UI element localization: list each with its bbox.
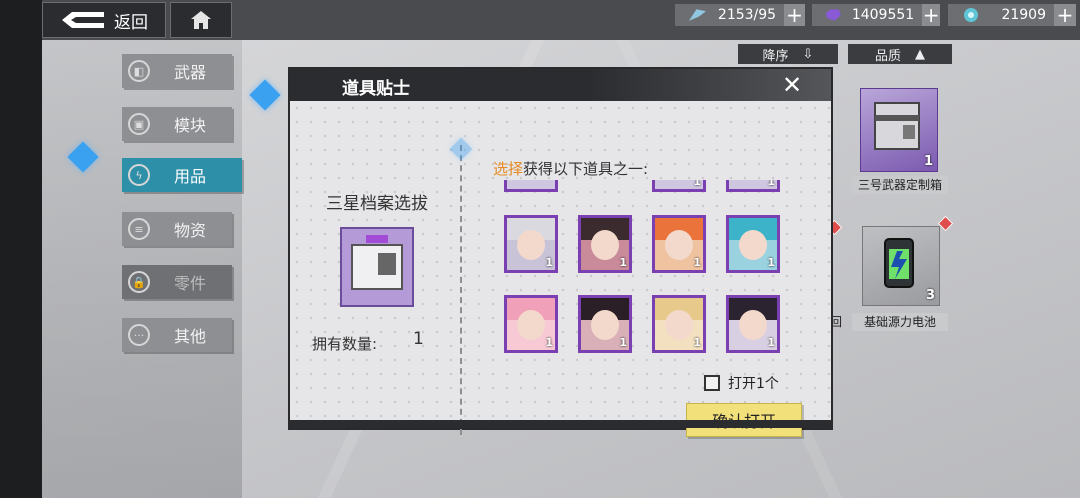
selection-box-icon bbox=[340, 227, 414, 307]
dialog-footer bbox=[290, 420, 831, 428]
portrait-count: 1 bbox=[693, 256, 701, 269]
portrait-partial[interactable] bbox=[504, 180, 558, 192]
gem-add-button[interactable]: + bbox=[1054, 4, 1076, 26]
portrait-count: 1 bbox=[767, 180, 775, 188]
sort-down-icon: ⇩ bbox=[802, 46, 814, 62]
crate-icon bbox=[342, 229, 412, 305]
inventory-item-label: 基础源力电池 bbox=[852, 313, 948, 331]
resource-stamina: 2153/95 + bbox=[675, 4, 805, 26]
quality-icon: ▲ bbox=[915, 46, 925, 62]
character-portrait[interactable]: 1 bbox=[652, 295, 706, 353]
pick-title-rest: 获得以下道具之一: bbox=[523, 160, 649, 178]
ellipsis-icon: ··· bbox=[128, 324, 150, 346]
sidebar-item-other[interactable]: ··· 其他 bbox=[122, 318, 232, 352]
sidebar-item-label: 用品 bbox=[174, 167, 207, 186]
left-edge-bar bbox=[0, 0, 42, 498]
sidebar-item-weapons[interactable]: ◧ 武器 bbox=[122, 54, 232, 88]
character-portrait[interactable]: 1 bbox=[504, 295, 558, 353]
divider bbox=[460, 145, 462, 435]
crystal-icon bbox=[825, 9, 842, 21]
sidebar-item-supplies-active[interactable]: ϟ 用品 bbox=[122, 158, 242, 192]
portrait-count: 1 bbox=[693, 180, 701, 188]
sort-order-button[interactable]: 降序 ⇩ bbox=[738, 44, 838, 64]
gun-icon: ◧ bbox=[128, 60, 150, 82]
box-name: 三星档案选拔 bbox=[326, 194, 428, 214]
owned-quantity-label: 拥有数量: bbox=[312, 335, 378, 353]
portrait-count: 1 bbox=[619, 336, 627, 349]
portrait-count: 1 bbox=[767, 256, 775, 269]
portrait-face bbox=[517, 310, 545, 340]
portrait-face bbox=[591, 310, 619, 340]
inventory-item-label: 三号武器定制箱 bbox=[852, 176, 948, 194]
module-icon: ▣ bbox=[128, 113, 150, 135]
dialog-body: 三星档案选拔 拥有数量: 1 选择获得以下道具之一: 1 1 11111111 … bbox=[290, 101, 831, 437]
sidebar-item-label: 物资 bbox=[174, 221, 207, 240]
gem-icon bbox=[964, 8, 978, 22]
back-button-label: 返回 bbox=[114, 12, 148, 33]
sort-quality-label: 品质 bbox=[874, 48, 901, 64]
portrait-count: 1 bbox=[619, 256, 627, 269]
inventory-item-battery[interactable]: 3 bbox=[862, 226, 940, 306]
sidebar-item-parts-locked[interactable]: 🔒 零件 bbox=[122, 265, 232, 299]
sort-order-label: 降序 bbox=[762, 48, 789, 64]
portrait-partial[interactable]: 1 bbox=[652, 180, 706, 192]
character-portrait[interactable]: 1 bbox=[578, 295, 632, 353]
lock-icon: 🔒 bbox=[128, 271, 150, 293]
portrait-face bbox=[739, 230, 767, 260]
portrait-face bbox=[591, 230, 619, 260]
back-button[interactable]: 返回 bbox=[42, 2, 166, 38]
back-arrow-icon bbox=[62, 12, 104, 28]
portrait-face bbox=[739, 310, 767, 340]
pick-title: 选择获得以下道具之一: bbox=[493, 158, 648, 179]
sidebar-item-label: 其他 bbox=[174, 327, 207, 346]
item-tip-dialog: 道具贴士 ✕ 三星档案选拔 拥有数量: 1 选择获得以下道具之一: 1 1 1 1… bbox=[290, 69, 831, 437]
sidebar-item-modules[interactable]: ▣ 模块 bbox=[122, 107, 232, 141]
portrait-face bbox=[517, 230, 545, 260]
home-icon bbox=[191, 11, 211, 29]
open-one-checkbox[interactable] bbox=[704, 375, 720, 391]
crystal-value: 1409551 bbox=[851, 7, 915, 23]
crystal-add-button[interactable]: + bbox=[922, 4, 940, 26]
character-portrait[interactable]: 1 bbox=[504, 215, 558, 273]
character-portrait[interactable]: 1 bbox=[578, 215, 632, 273]
dialog-header: 道具贴士 ✕ bbox=[290, 69, 831, 101]
pick-title-highlight: 选择 bbox=[493, 160, 524, 178]
portrait-face bbox=[665, 310, 693, 340]
sort-quality-button[interactable]: 品质 ▲ bbox=[848, 44, 952, 64]
character-portrait[interactable]: 1 bbox=[726, 295, 780, 353]
stamina-icon bbox=[688, 9, 707, 21]
sidebar-item-label: 武器 bbox=[174, 63, 207, 82]
resource-gem: 21909 + bbox=[948, 4, 1076, 26]
sidebar-item-label: 模块 bbox=[174, 116, 207, 135]
home-button[interactable] bbox=[170, 2, 232, 38]
sidebar-item-materials[interactable]: ≡ 物资 bbox=[122, 212, 232, 246]
portrait-count: 1 bbox=[545, 256, 553, 269]
inventory-item-weapon-box[interactable]: 1 bbox=[860, 88, 938, 172]
portrait-count: 1 bbox=[545, 336, 553, 349]
portrait-partial[interactable]: 1 bbox=[726, 180, 780, 192]
decor-diamond-icon bbox=[449, 137, 473, 161]
resource-crystal: 1409551 + bbox=[812, 4, 940, 26]
open-one-label: 打开1个 bbox=[728, 376, 779, 392]
character-portrait[interactable]: 1 bbox=[652, 215, 706, 273]
inventory-item-label-partial: 回 bbox=[829, 315, 842, 329]
lightning-icon: ϟ bbox=[128, 164, 150, 186]
gem-value: 21909 bbox=[1001, 7, 1046, 23]
item-count: 3 bbox=[925, 288, 935, 303]
portrait-count: 1 bbox=[693, 336, 701, 349]
stamina-add-button[interactable]: + bbox=[784, 4, 805, 26]
character-portrait[interactable]: 1 bbox=[726, 215, 780, 273]
owned-quantity-value: 1 bbox=[413, 329, 424, 349]
stamina-value: 2153/95 bbox=[717, 7, 777, 23]
close-icon[interactable]: ✕ bbox=[775, 72, 809, 98]
sidebar-item-label: 零件 bbox=[174, 274, 207, 293]
dialog-title: 道具贴士 bbox=[342, 79, 410, 99]
portrait-count: 1 bbox=[767, 336, 775, 349]
supplies-icon: ≡ bbox=[128, 218, 150, 240]
portrait-face bbox=[665, 230, 693, 260]
item-count: 1 bbox=[923, 154, 933, 169]
